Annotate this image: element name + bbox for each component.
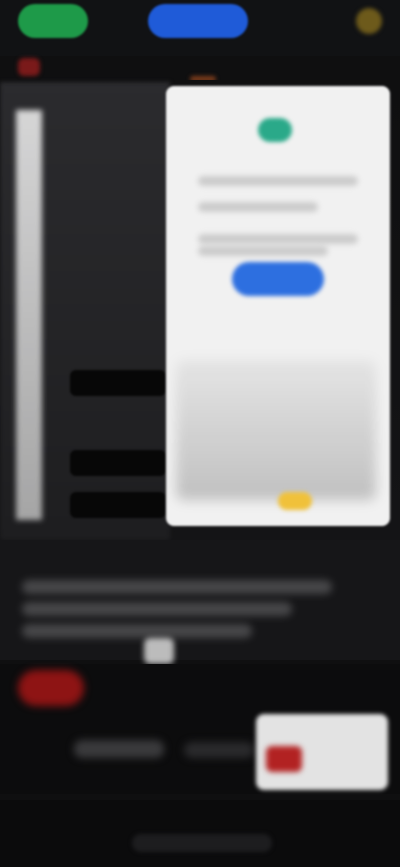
phone-text-line xyxy=(198,202,318,212)
phone-text-line xyxy=(198,234,358,244)
metadata-line xyxy=(184,742,254,758)
caption-text-line xyxy=(22,580,332,594)
left-caption-box xyxy=(70,370,166,396)
top-right-icon[interactable] xyxy=(356,8,382,34)
phone-primary-button[interactable] xyxy=(232,262,324,296)
left-highlight xyxy=(16,110,42,520)
caption-text-line xyxy=(22,624,252,638)
top-center-pill-button[interactable] xyxy=(148,4,248,38)
phone-dim-overlay xyxy=(176,360,376,500)
phone-text-line xyxy=(198,176,358,186)
left-caption-box xyxy=(70,450,166,476)
left-caption-box xyxy=(70,492,166,518)
caption-text-line xyxy=(22,602,292,616)
caption-area xyxy=(0,540,400,660)
home-indicator xyxy=(132,834,272,852)
channel-name-line xyxy=(74,740,164,758)
top-left-pill-button[interactable] xyxy=(18,4,88,38)
phone-text-line xyxy=(198,246,328,256)
more-icon[interactable] xyxy=(144,638,174,664)
phone-yellow-badge xyxy=(278,492,312,510)
app-icon xyxy=(258,118,292,142)
thumbnail-red-icon xyxy=(266,746,302,772)
red-indicator xyxy=(18,58,40,76)
avatar[interactable] xyxy=(18,670,84,706)
